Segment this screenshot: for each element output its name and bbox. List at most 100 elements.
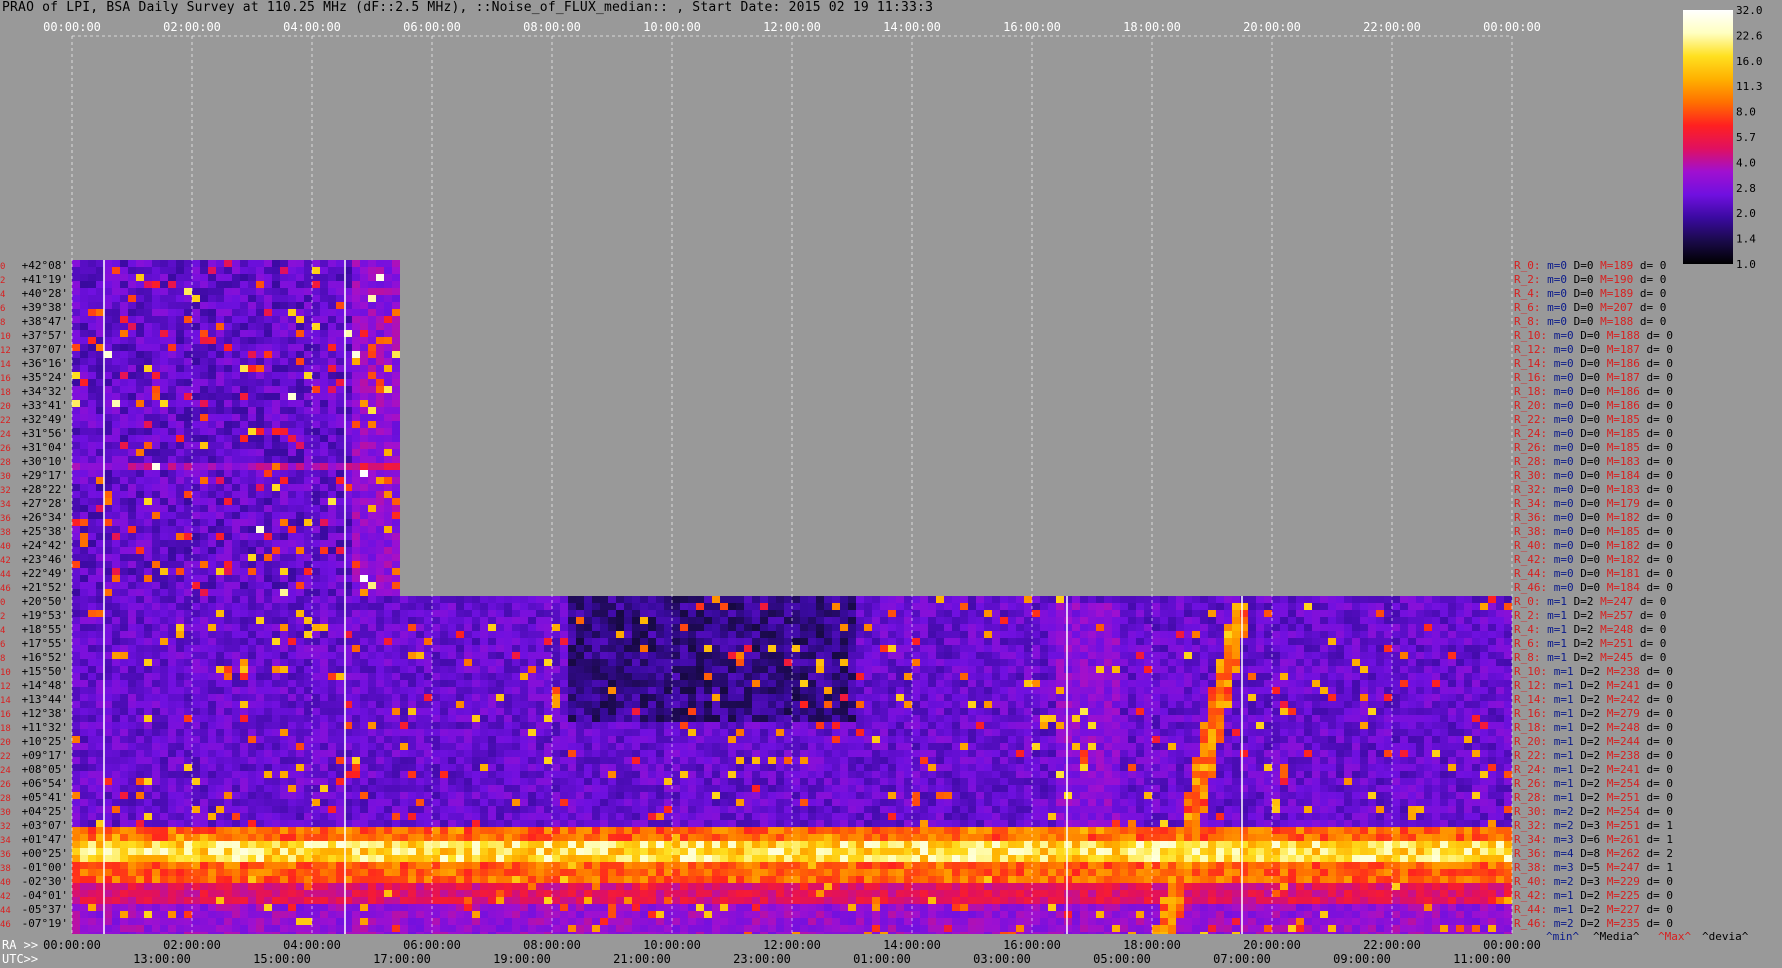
declination-label: +09°17' — [22, 749, 68, 762]
row-index: 22 — [0, 752, 11, 762]
stats-row: R_0: m=1 D=2 M=247 d= 0 — [1514, 595, 1666, 608]
declination-label: +39°38' — [22, 301, 68, 314]
row-index: 46 — [0, 920, 11, 930]
stats-row: R_12: m=1 D=2 M=241 d= 0 — [1514, 679, 1673, 692]
stats-row: R_28: m=1 D=2 M=251 d= 0 — [1514, 791, 1673, 804]
stats-row: R_18: m=0 D=0 M=186 d= 0 — [1514, 385, 1673, 398]
stats-row: R_22: m=0 D=0 M=185 d= 0 — [1514, 413, 1673, 426]
stats-row: R_16: m=0 D=0 M=187 d= 0 — [1514, 371, 1673, 384]
declination-label: +36°16' — [22, 357, 68, 370]
stats-row: R_0: m=0 D=0 M=189 d= 0 — [1514, 259, 1666, 272]
row-index: 8 — [0, 654, 5, 664]
declination-label: -02°30' — [22, 875, 68, 888]
stats-row: R_34: m=0 D=0 M=179 d= 0 — [1514, 497, 1673, 510]
declination-label: +37°07' — [22, 343, 68, 356]
stats-row: R_2: m=0 D=0 M=190 d= 0 — [1514, 273, 1666, 286]
row-index: 12 — [0, 346, 11, 356]
top-time-label: 20:00:00 — [1243, 20, 1301, 34]
top-time-label: 00:00:00 — [43, 20, 101, 34]
declination-label: +28°22' — [22, 483, 68, 496]
footer-legend: ^min^ ^Media^ ^Max^ ^devia^ — [1546, 930, 1749, 943]
declination-label: +10°25' — [22, 735, 68, 748]
row-index: 14 — [0, 696, 11, 706]
declination-label: +35°24' — [22, 371, 68, 384]
utc-tick-label: 03:00:00 — [973, 952, 1031, 966]
declination-label: +01°47' — [22, 833, 68, 846]
declination-label: +08°05' — [22, 763, 68, 776]
colorbar-tick: 22.6 — [1736, 29, 1763, 42]
top-time-label: 10:00:00 — [643, 20, 701, 34]
declination-label: +32°49' — [22, 413, 68, 426]
colorbar: 32.022.616.011.38.05.74.02.82.01.41.0 — [1683, 4, 1763, 271]
ra-tick-label: 00:00:00 — [1483, 938, 1541, 952]
stats-row: R_6: m=0 D=0 M=207 d= 0 — [1514, 301, 1666, 314]
row-stats-table: R_0: m=0 D=0 M=189 d= 0R_2: m=0 D=0 M=19… — [1514, 259, 1673, 930]
stats-row: R_20: m=1 D=2 M=244 d= 0 — [1514, 735, 1673, 748]
row-index: 4 — [0, 626, 5, 636]
row-index: 22 — [0, 416, 11, 426]
row-index: 32 — [0, 822, 11, 832]
stats-row: R_32: m=0 D=0 M=183 d= 0 — [1514, 483, 1673, 496]
ra-tick-label: 20:00:00 — [1243, 938, 1301, 952]
top-time-label: 16:00:00 — [1003, 20, 1061, 34]
row-index: 40 — [0, 878, 11, 888]
declination-label: +42°08' — [22, 259, 68, 272]
declination-label: +14°48' — [22, 679, 68, 692]
declination-label: +00°25' — [22, 847, 68, 860]
declination-label: -07°19' — [22, 917, 68, 930]
row-index: 32 — [0, 486, 11, 496]
stats-row: R_38: m=0 D=0 M=185 d= 0 — [1514, 525, 1673, 538]
row-index: 38 — [0, 864, 11, 874]
ra-tick-label: 22:00:00 — [1363, 938, 1421, 952]
utc-prefix: UTC>> — [2, 952, 38, 966]
stats-row: R_46: m=0 D=0 M=184 d= 0 — [1514, 581, 1673, 594]
stats-row: R_20: m=0 D=0 M=186 d= 0 — [1514, 399, 1673, 412]
row-index: 34 — [0, 836, 11, 846]
colorbar-tick: 2.0 — [1736, 207, 1756, 220]
stats-row: R_6: m=1 D=2 M=251 d= 0 — [1514, 637, 1666, 650]
top-time-label: 06:00:00 — [403, 20, 461, 34]
declination-label: +03°07' — [22, 819, 68, 832]
row-index: 44 — [0, 570, 11, 580]
colorbar-tick: 32.0 — [1736, 4, 1763, 17]
row-index: 20 — [0, 402, 11, 412]
row-index: 4 — [0, 290, 5, 300]
row-index: 24 — [0, 766, 11, 776]
legend-media: ^Media^ — [1593, 930, 1640, 943]
row-index: 16 — [0, 710, 11, 720]
declination-label: +13°44' — [22, 693, 68, 706]
stats-row: R_16: m=1 D=2 M=279 d= 0 — [1514, 707, 1673, 720]
colorbar-tick: 1.4 — [1736, 233, 1756, 246]
stats-row: R_10: m=0 D=0 M=188 d= 0 — [1514, 329, 1673, 342]
row-index: 10 — [0, 332, 11, 342]
colorbar-gradient — [1683, 10, 1733, 264]
top-time-label: 00:00:00 — [1483, 20, 1541, 34]
declination-label: +24°42' — [22, 539, 68, 552]
row-index: 2 — [0, 612, 5, 622]
top-time-axis: 00:00:00 02:00:00 04:00:00 06:00:00 08:00:00… — [43, 20, 1541, 34]
stats-row: R_34: m=3 D=6 M=261 d= 1 — [1514, 833, 1673, 846]
declination-label: +18°55' — [22, 623, 68, 636]
declination-label: +16°52' — [22, 651, 68, 664]
row-index: 16 — [0, 374, 11, 384]
row-index: 42 — [0, 556, 11, 566]
declination-label: -04°01' — [22, 889, 68, 902]
colorbar-tick: 1.0 — [1736, 258, 1756, 271]
top-time-label: 14:00:00 — [883, 20, 941, 34]
stats-row: R_4: m=1 D=2 M=248 d= 0 — [1514, 623, 1666, 636]
utc-tick-label: 17:00:00 — [373, 952, 431, 966]
stats-row: R_8: m=1 D=2 M=245 d= 0 — [1514, 651, 1666, 664]
utc-tick-label: 23:00:00 — [733, 952, 791, 966]
utc-tick-label: 15:00:00 — [253, 952, 311, 966]
ra-tick-label: 00:00:00 — [43, 938, 101, 952]
heatmap-lower-block — [72, 596, 1512, 939]
colorbar-tick: 4.0 — [1736, 156, 1756, 169]
row-index: 26 — [0, 780, 11, 790]
declination-label: +21°52' — [22, 581, 68, 594]
stats-row: R_32: m=2 D=3 M=251 d= 1 — [1514, 819, 1673, 832]
declination-label: +31°56' — [22, 427, 68, 440]
stats-row: R_40: m=0 D=0 M=182 d= 0 — [1514, 539, 1673, 552]
row-index: 6 — [0, 304, 5, 314]
utc-tick-label: 21:00:00 — [613, 952, 671, 966]
row-index: 18 — [0, 388, 11, 398]
